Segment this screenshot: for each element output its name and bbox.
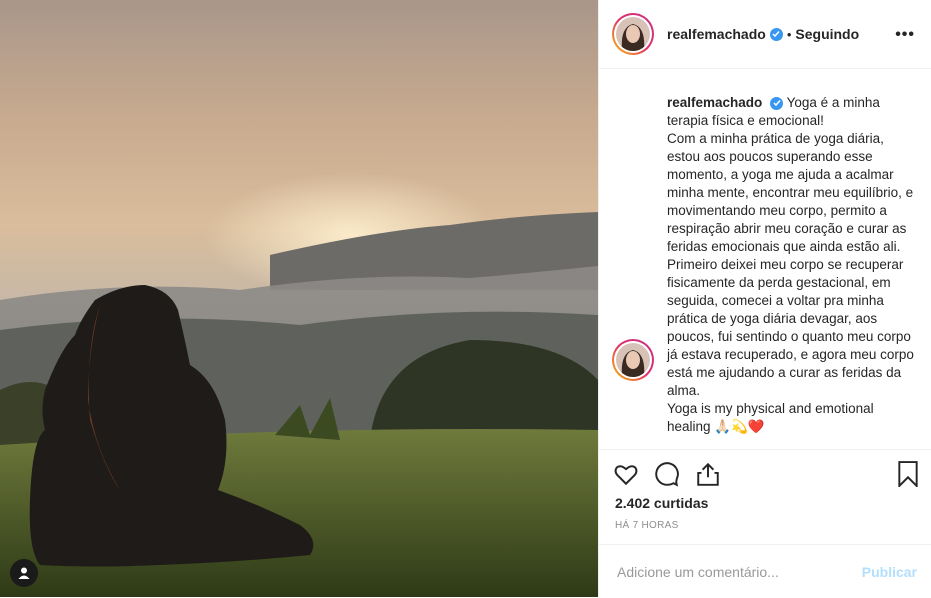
- more-options-button[interactable]: •••: [895, 26, 915, 44]
- caption-text: Yoga é a minha terapia física e emociona…: [667, 95, 914, 434]
- publish-button[interactable]: Publicar: [862, 564, 917, 580]
- caption-username-link[interactable]: realfemachado: [667, 95, 762, 110]
- add-comment-bar: Publicar: [599, 544, 931, 598]
- bookmark-icon[interactable]: [897, 461, 919, 492]
- action-bar: [599, 449, 931, 500]
- username-link[interactable]: realfemachado: [667, 26, 766, 42]
- heart-icon[interactable]: [613, 461, 639, 492]
- comment-input[interactable]: [615, 563, 849, 581]
- post-timestamp[interactable]: HÁ 7 HORAS: [615, 520, 679, 531]
- user-tag-icon[interactable]: [10, 559, 38, 587]
- verified-badge-icon: [769, 27, 783, 41]
- caption-avatar[interactable]: [612, 339, 654, 381]
- post-photo[interactable]: [0, 0, 598, 597]
- post-caption: realfemachado Yoga é a minha terapia fís…: [667, 94, 917, 436]
- comments-section[interactable]: realfemachado Yoga é a minha terapia fís…: [599, 69, 931, 449]
- following-button[interactable]: Seguindo: [795, 26, 859, 42]
- avatar[interactable]: [612, 13, 654, 55]
- share-icon[interactable]: [695, 461, 721, 492]
- verified-badge-icon: [770, 96, 784, 110]
- separator-dot: •: [786, 26, 792, 42]
- post-header: realfemachado • Seguindo •••: [599, 0, 931, 69]
- comment-bubble-icon[interactable]: [654, 461, 680, 492]
- post-details-panel: realfemachado • Seguindo ••• realfemacha…: [598, 0, 931, 597]
- likes-count[interactable]: 2.402 curtidas: [615, 495, 708, 511]
